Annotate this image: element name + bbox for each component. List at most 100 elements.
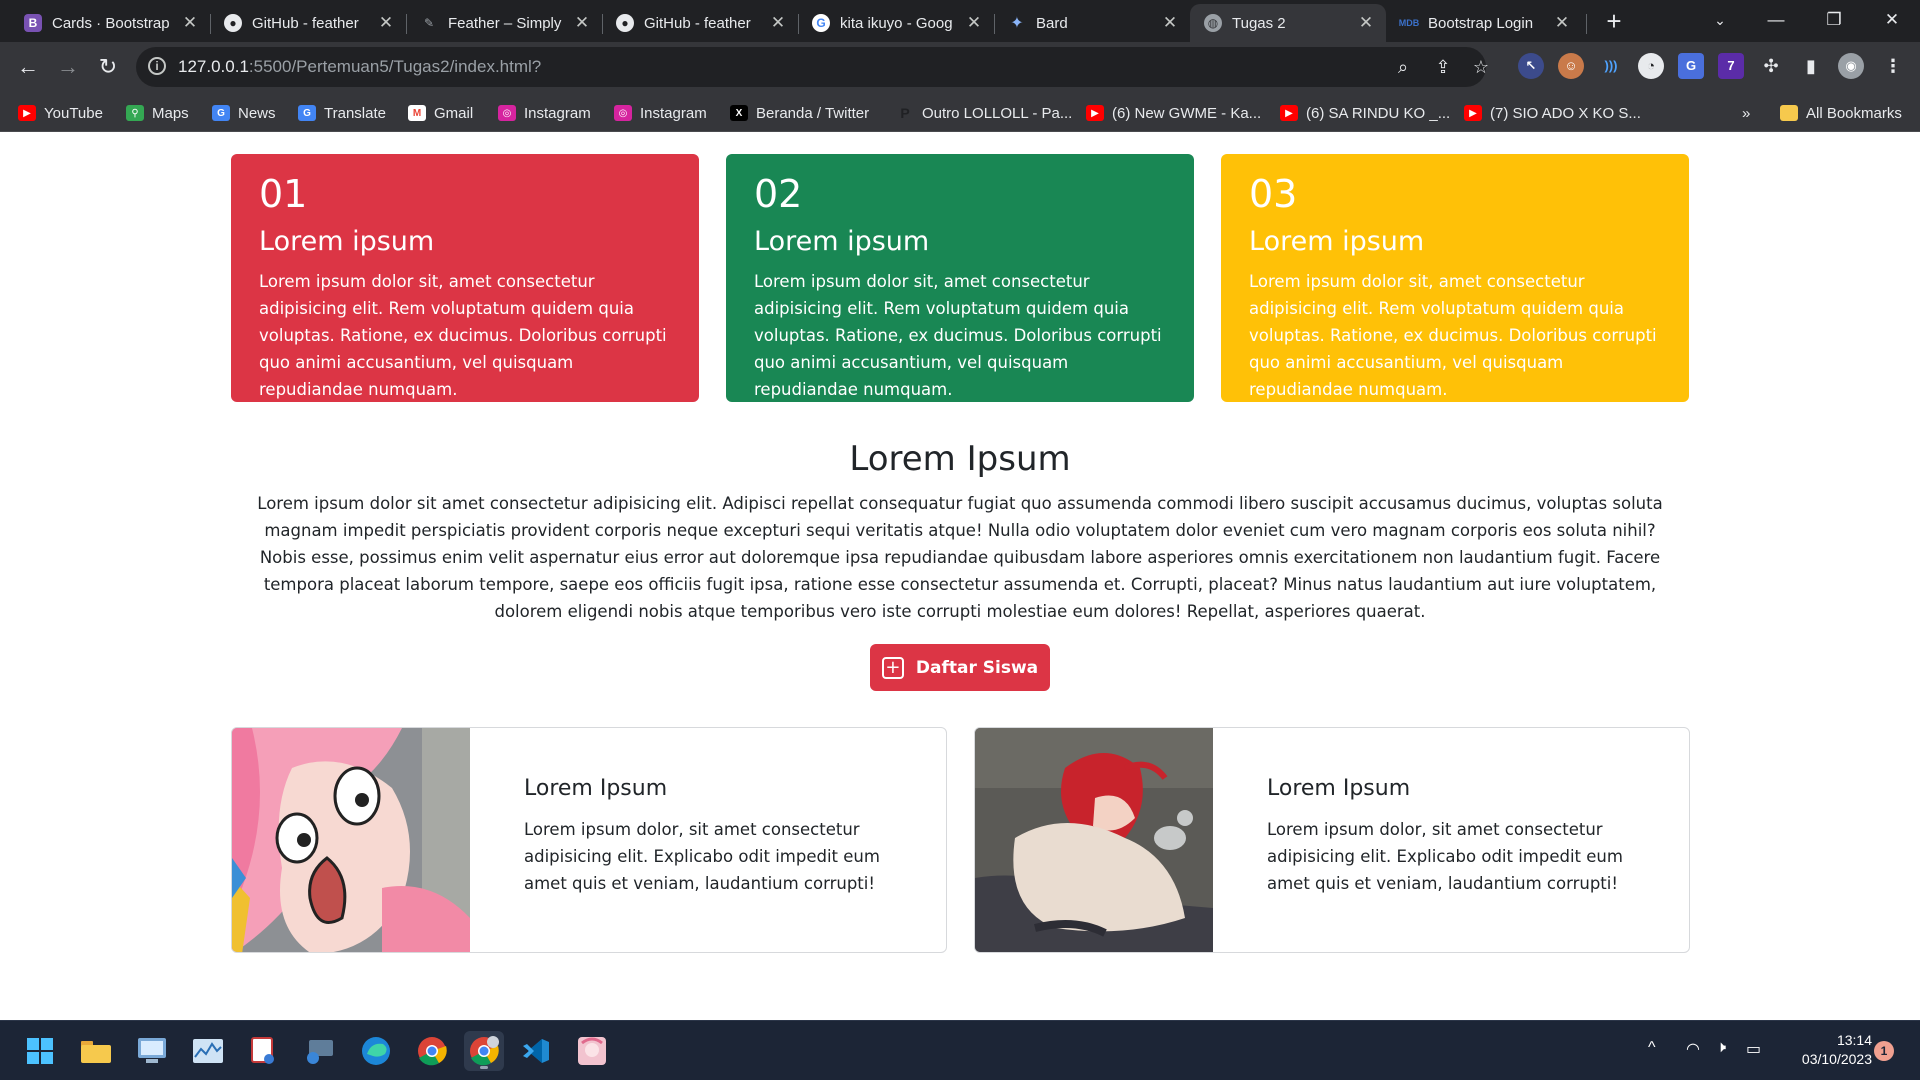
bookmark-star-icon[interactable]: ☆ xyxy=(1470,56,1492,78)
remote-desktop-icon[interactable] xyxy=(300,1031,340,1071)
battery-charging-icon[interactable]: ▭ xyxy=(1746,1039,1761,1059)
bookmark-instagram-2[interactable]: ◎ Instagram xyxy=(614,102,707,124)
bard-icon: ✦ xyxy=(1010,15,1024,32)
tab-bard[interactable]: ✦ Bard ✕ xyxy=(994,4,1190,42)
bookmark-label: Instagram xyxy=(524,104,591,122)
tab-feather[interactable]: ✎ Feather – Simply ✕ xyxy=(406,4,602,42)
bookmark-sa-rindu[interactable]: ▶ (6) SA RINDU KO _... xyxy=(1280,102,1450,124)
windows-start-icon[interactable] xyxy=(20,1031,60,1071)
feature-card-yellow: 03 Lorem ipsum Lorem ipsum dolor sit, am… xyxy=(1221,154,1689,402)
volume-muted-icon[interactable]: 🕨 xyxy=(1716,1039,1726,1057)
minimize-icon[interactable]: — xyxy=(1756,6,1796,34)
back-arrow-icon[interactable]: ← xyxy=(14,53,42,81)
maps-icon: ⚲ xyxy=(126,105,144,121)
bookmark-twitter[interactable]: X Beranda / Twitter xyxy=(730,102,869,124)
address-bar[interactable]: i 127.0.0.1:5500/Pertemuan5/Tugas2/index… xyxy=(136,47,1489,87)
section-paragraph: Lorem ipsum dolor sit amet consectetur a… xyxy=(257,494,1663,621)
share-icon[interactable]: ⇪ xyxy=(1432,56,1454,78)
bookmark-sio-ado[interactable]: ▶ (7) SIO ADO X KO S... xyxy=(1464,102,1641,124)
extension-audio-icon[interactable]: ))) xyxy=(1598,53,1624,79)
anime-app-icon[interactable] xyxy=(572,1031,612,1071)
bookmark-instagram[interactable]: ◎ Instagram xyxy=(498,102,591,124)
tab-github-feather-2[interactable]: ● GitHub - feather ✕ xyxy=(602,4,798,42)
bookmark-label: (7) SIO ADO X KO S... xyxy=(1490,104,1641,122)
bookmark-label: Outro LOLLOLL - Pa... xyxy=(922,104,1073,122)
tab-title: GitHub - feather xyxy=(644,14,751,32)
extension-badge-icon[interactable]: 7 xyxy=(1718,53,1744,79)
close-tab-icon[interactable]: ✕ xyxy=(1554,13,1570,33)
extensions-puzzle-icon[interactable]: ✣ xyxy=(1758,53,1784,79)
bookmark-gmail[interactable]: M Gmail xyxy=(408,102,473,124)
google-icon: G xyxy=(812,14,830,32)
tab-search-chevron-icon[interactable]: ⌄ xyxy=(1700,6,1740,34)
feature-card-red: 01 Lorem ipsum Lorem ipsum dolor sit, am… xyxy=(231,154,699,402)
close-tab-icon[interactable]: ✕ xyxy=(966,13,982,33)
more-menu-icon[interactable]: ⋮ xyxy=(1880,53,1906,79)
youtube-icon: ▶ xyxy=(18,105,36,121)
system-clock[interactable]: 13:14 03/10/2023 xyxy=(1784,1031,1872,1069)
close-tab-icon[interactable]: ✕ xyxy=(378,13,394,33)
forward-arrow-icon[interactable]: → xyxy=(54,53,82,81)
daftar-siswa-button[interactable]: + Daftar Siswa xyxy=(870,644,1050,691)
bookmark-youtube[interactable]: ▶ YouTube xyxy=(18,102,103,124)
control-panel-icon[interactable] xyxy=(132,1031,172,1071)
extension-translate-icon[interactable]: G xyxy=(1678,53,1704,79)
close-window-icon[interactable]: ✕ xyxy=(1872,6,1912,34)
restore-icon[interactable]: ❐ xyxy=(1814,6,1854,34)
side-panel-icon[interactable]: ▮ xyxy=(1798,53,1824,79)
close-tab-icon[interactable]: ✕ xyxy=(574,13,590,33)
tab-cards-bootstrap[interactable]: B Cards · Bootstrap ✕ xyxy=(10,4,210,42)
all-bookmarks-folder[interactable]: All Bookmarks xyxy=(1780,102,1902,124)
tab-title: Tugas 2 xyxy=(1232,14,1286,32)
horizontal-card-2: Lorem Ipsum Lorem ipsum dolor, sit amet … xyxy=(974,727,1690,953)
show-hidden-icons-chevron[interactable]: ^ xyxy=(1648,1039,1656,1057)
extension-face-icon[interactable]: ☺ xyxy=(1558,53,1584,79)
card-text: Lorem ipsum dolor sit, amet consectetur … xyxy=(259,272,667,399)
card-title: Lorem Ipsum xyxy=(524,776,668,801)
bookmark-label: Instagram xyxy=(640,104,707,122)
globe-icon: ◍ xyxy=(1204,14,1222,32)
tab-github-feather[interactable]: ● GitHub - feather ✕ xyxy=(210,4,406,42)
reload-icon[interactable]: ↻ xyxy=(94,53,122,81)
windows-taskbar: ^ ◠ 🕨 ▭ 13:14 03/10/2023 1 xyxy=(0,1020,1920,1080)
card-image-red-hair-anime xyxy=(975,728,1213,952)
chrome-profile-icon[interactable] xyxy=(464,1031,504,1071)
profile-avatar[interactable]: ◉ xyxy=(1838,53,1864,79)
address-url[interactable]: 127.0.0.1:5500/Pertemuan5/Tugas2/index.h… xyxy=(178,57,541,77)
extension-gauge-icon[interactable]: ◔ xyxy=(1638,53,1664,79)
bookmark-gwme[interactable]: ▶ (6) New GWME - Ka... xyxy=(1086,102,1261,124)
wifi-icon[interactable]: ◠ xyxy=(1686,1039,1700,1059)
notification-badge[interactable]: 1 xyxy=(1874,1041,1894,1061)
bookmark-outro[interactable]: P Outro LOLLOLL - Pa... xyxy=(896,102,1072,124)
extension-cursor-icon[interactable]: ↖ xyxy=(1518,53,1544,79)
bookmark-translate[interactable]: G Translate xyxy=(298,102,386,124)
bookmark-label: Gmail xyxy=(434,104,474,122)
tab-google-search[interactable]: G kita ikuyo - Goog ✕ xyxy=(798,4,994,42)
resource-monitor-icon[interactable] xyxy=(188,1031,228,1071)
card-text: Lorem ipsum dolor sit, amet consectetur … xyxy=(1249,272,1657,399)
horizontal-card-1: Lorem Ipsum Lorem ipsum dolor, sit amet … xyxy=(231,727,947,953)
close-tab-icon[interactable]: ✕ xyxy=(1162,13,1178,33)
bookmark-news[interactable]: G News xyxy=(212,102,276,124)
close-tab-icon[interactable]: ✕ xyxy=(1358,13,1374,33)
instagram-icon: ◎ xyxy=(614,105,632,121)
tab-title: kita ikuyo - Goog xyxy=(840,14,953,32)
tab-tugas-2[interactable]: ◍ Tugas 2 ✕ xyxy=(1190,4,1386,42)
site-info-icon[interactable]: i xyxy=(148,57,166,75)
bookmark-label: All Bookmarks xyxy=(1806,104,1902,122)
close-tab-icon[interactable]: ✕ xyxy=(770,13,786,33)
vscode-icon[interactable] xyxy=(516,1031,556,1071)
active-app-indicator xyxy=(480,1066,488,1069)
plus-square-icon: + xyxy=(881,656,904,679)
file-explorer-icon[interactable] xyxy=(76,1031,116,1071)
zoom-search-icon[interactable]: ⌕ xyxy=(1392,56,1414,78)
chrome-icon[interactable] xyxy=(412,1031,452,1071)
bookmark-maps[interactable]: ⚲ Maps xyxy=(126,102,189,124)
tab-bootstrap-login[interactable]: MDB Bootstrap Login ✕ xyxy=(1386,4,1582,42)
new-tab-plus-icon[interactable]: + xyxy=(1600,8,1628,36)
snipping-tool-icon[interactable] xyxy=(244,1031,284,1071)
close-tab-icon[interactable]: ✕ xyxy=(182,13,198,33)
card-number: 02 xyxy=(754,172,803,216)
edge-icon[interactable] xyxy=(356,1031,396,1071)
more-bookmarks-chevron[interactable]: » xyxy=(1742,102,1750,124)
